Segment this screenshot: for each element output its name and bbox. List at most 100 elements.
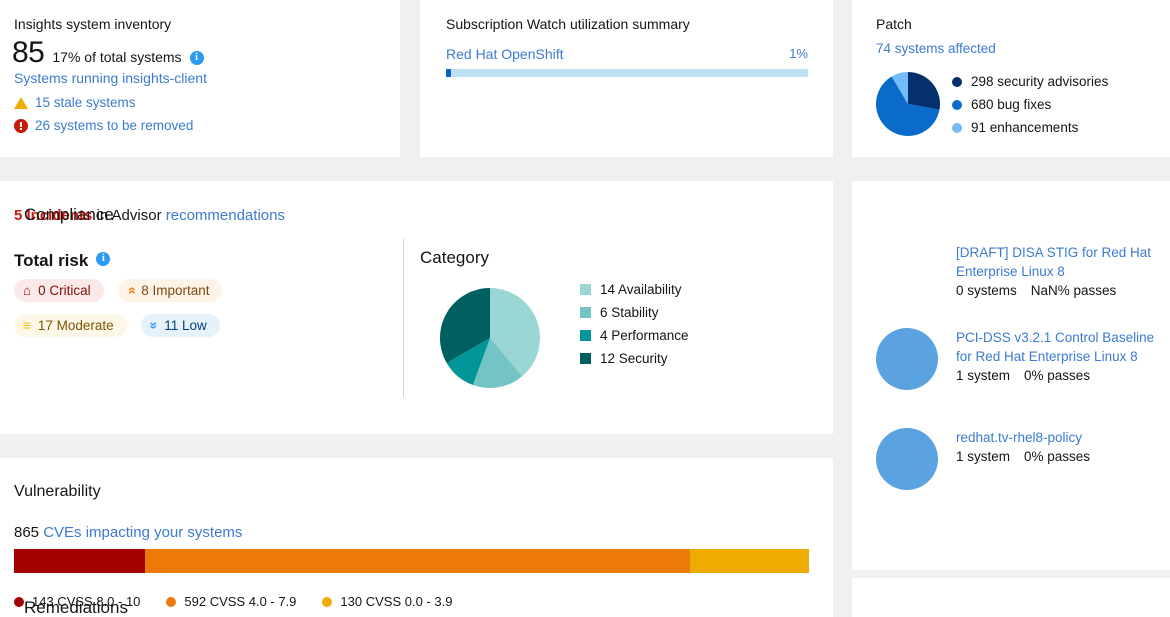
risk-badge-moderate[interactable]: ≡ 17 Moderate: [14, 314, 127, 337]
compliance-donut-chart: [876, 328, 938, 390]
legend-label: 130 CVSS 0.0 - 3.9: [340, 594, 452, 609]
risk-badge-important[interactable]: »8 Important: [118, 279, 223, 302]
vulnerability-bar-segment[interactable]: [145, 549, 689, 573]
compliance-passes-percent: 0% passes: [1024, 449, 1090, 464]
risk-badge-label: 8 Important: [141, 283, 209, 298]
legend-item: 680 bug fixes: [952, 95, 1108, 114]
compliance-title: Compliance: [24, 205, 114, 225]
warning-triangle-icon: [14, 97, 28, 109]
legend-swatch-icon: [952, 100, 962, 110]
error-circle-icon: [14, 119, 28, 133]
info-icon[interactable]: i: [96, 252, 110, 266]
compliance-policy-body: PCI-DSS v3.2.1 Control Baseline for Red …: [956, 328, 1168, 390]
compliance-policy-row[interactable]: PCI-DSS v3.2.1 Control Baseline for Red …: [876, 328, 1168, 390]
legend-swatch-icon: [166, 597, 176, 607]
advisor-category-pie-chart: [440, 288, 540, 388]
patch-pie-chart: [876, 72, 940, 136]
dashboard-page: Insights system inventory 85 17% of tota…: [0, 0, 1170, 617]
insights-inventory-title: Insights system inventory: [14, 16, 171, 32]
compliance-donut-chart: [876, 428, 938, 490]
severity-moderate-icon: ≡: [23, 318, 31, 333]
legend-item: 6 Stability: [580, 303, 689, 322]
legend-swatch-icon: [580, 330, 591, 341]
systems-to-be-removed-row[interactable]: 26 systems to be removed: [14, 118, 193, 133]
severity-critical-icon: ⌂: [23, 283, 31, 298]
compliance-policy-link[interactable]: redhat.tv-rhel8-policy: [956, 428, 1090, 447]
legend-swatch-icon: [580, 307, 591, 318]
advisor-vertical-divider: [403, 239, 404, 397]
legend-label: 4 Performance: [600, 328, 689, 343]
compliance-systems-count: 1 system: [956, 368, 1010, 383]
subscription-watch-card: Subscription Watch utilization summary R…: [420, 0, 833, 157]
legend-swatch-icon: [580, 284, 591, 295]
patch-pie-legend: 298 security advisories 680 bug fixes 91 e…: [952, 72, 1108, 141]
insights-inventory-count-row: 85 17% of total systems i: [12, 38, 204, 68]
pie-slice[interactable]: [908, 72, 940, 110]
legend-swatch-icon: [952, 77, 962, 87]
advisor-category-title: Category: [420, 248, 489, 268]
patch-systems-affected-link[interactable]: 74 systems affected: [876, 41, 996, 56]
systems-to-be-removed-label[interactable]: 26 systems to be removed: [35, 118, 193, 133]
advisor-total-risk-title: Total risk i: [14, 251, 110, 271]
vulnerability-severity-bar: [14, 549, 809, 573]
legend-item: 4 Performance: [580, 326, 689, 345]
subscription-watch-product-row: Red Hat OpenShift 1%: [446, 46, 808, 62]
advisor-recommendations-link[interactable]: recommendations: [166, 207, 285, 224]
legend-label: 680 bug fixes: [971, 97, 1051, 112]
compliance-policy-stats: 1 system 0% passes: [956, 449, 1090, 464]
legend-item: 12 Security: [580, 349, 689, 368]
compliance-passes-percent: NaN% passes: [1031, 283, 1117, 298]
compliance-policy-row[interactable]: [DRAFT] DISA STIG for Red Hat Enterprise…: [876, 243, 1168, 305]
legend-label: 12 Security: [600, 351, 668, 366]
compliance-passes-percent: 0% passes: [1024, 368, 1090, 383]
compliance-policy-stats: 0 systems NaN% passes: [956, 283, 1168, 298]
compliance-policy-body: [DRAFT] DISA STIG for Red Hat Enterprise…: [956, 243, 1168, 305]
compliance-policy-link[interactable]: PCI-DSS v3.2.1 Control Baseline for Red …: [956, 328, 1168, 366]
legend-label: 14 Availability: [600, 282, 682, 297]
legend-label: 592 CVSS 4.0 - 7.9: [184, 594, 296, 609]
stale-systems-row[interactable]: 15 stale systems: [14, 95, 136, 110]
risk-badge-critical[interactable]: ⌂0 Critical: [14, 279, 104, 302]
legend-item: 298 security advisories: [952, 72, 1108, 91]
vulnerability-cve-count: 865: [14, 524, 39, 541]
advisor-category-legend: 14 Availability 6 Stability 4 Performance 1…: [580, 280, 689, 372]
compliance-policy-stats: 1 system 0% passes: [956, 368, 1168, 383]
advisor-risk-badge-group: ⌂0 Critical»8 Important≡17 Moderate»11 L…: [14, 279, 344, 349]
compliance-systems-count: 1 system: [956, 449, 1010, 464]
subscription-watch-progress-track: [446, 69, 808, 77]
subscription-watch-percent: 1%: [789, 46, 808, 62]
severity-important-icon: »: [123, 287, 138, 295]
risk-badge-label: 17 Moderate: [38, 318, 114, 333]
compliance-policy-link[interactable]: [DRAFT] DISA STIG for Red Hat Enterprise…: [956, 243, 1168, 281]
insights-inventory-percent: 17% of total systems: [52, 49, 181, 65]
legend-label: 91 enhancements: [971, 120, 1078, 135]
patch-title: Patch: [876, 16, 912, 32]
advisor-card: 5 Incidents in Advisor recommendations T…: [0, 181, 833, 434]
vulnerability-bar-segment[interactable]: [690, 549, 809, 573]
vulnerability-cve-row: 865 CVEs impacting your systems: [14, 524, 242, 541]
vulnerability-bar-segment[interactable]: [14, 549, 145, 573]
total-risk-label: Total risk: [14, 251, 88, 271]
severity-low-icon: »: [146, 322, 161, 330]
compliance-policy-row[interactable]: redhat.tv-rhel8-policy 1 system 0% passes: [876, 428, 1090, 490]
compliance-systems-count: 0 systems: [956, 283, 1017, 298]
stale-systems-label[interactable]: 15 stale systems: [35, 95, 136, 110]
red-hat-openshift-link[interactable]: Red Hat OpenShift: [446, 46, 564, 62]
legend-swatch-icon: [952, 123, 962, 133]
compliance-policy-body: redhat.tv-rhel8-policy 1 system 0% passes: [956, 428, 1090, 490]
insights-inventory-count: 85: [12, 38, 44, 68]
legend-item: 14 Availability: [580, 280, 689, 299]
legend-label: 298 security advisories: [971, 74, 1108, 89]
legend-swatch-icon: [580, 353, 591, 364]
vulnerability-cve-link[interactable]: CVEs impacting your systems: [39, 524, 242, 541]
systems-running-insights-client-link[interactable]: Systems running insights-client: [14, 70, 207, 86]
info-icon[interactable]: i: [190, 51, 204, 65]
risk-badge-low[interactable]: »11 Low: [141, 314, 220, 337]
legend-swatch-icon: [322, 597, 332, 607]
legend-item: 130 CVSS 0.0 - 3.9: [322, 594, 452, 609]
subscription-watch-title: Subscription Watch utilization summary: [446, 16, 690, 32]
legend-label: 6 Stability: [600, 305, 659, 320]
vulnerability-title: Vulnerability: [14, 483, 101, 501]
remediations-card: [852, 578, 1170, 617]
risk-badge-label: 11 Low: [164, 318, 207, 333]
